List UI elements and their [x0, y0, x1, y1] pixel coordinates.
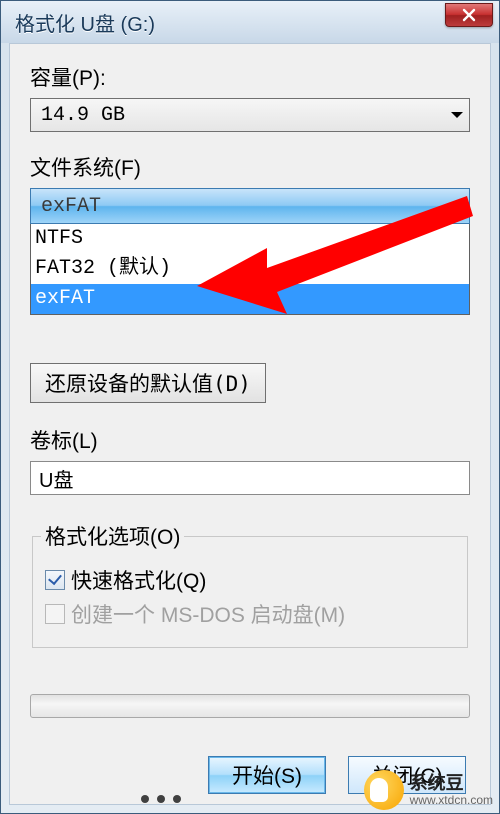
progress-bar	[30, 694, 470, 718]
quick-format-row[interactable]: 快速格式化(Q)	[45, 565, 459, 595]
window-title: 格式化 U盘 (G:)	[15, 8, 155, 37]
watermark-name: 系统豆	[410, 774, 493, 792]
capacity-combo[interactable]: 14.9 GB	[30, 98, 470, 132]
filesystem-option-fat32[interactable]: FAT32 (默认)	[31, 254, 469, 284]
chevron-down-icon	[449, 203, 461, 209]
filesystem-value: exFAT	[41, 195, 101, 218]
filesystem-option-ntfs[interactable]: NTFS	[31, 224, 469, 254]
volume-value: U盘	[39, 464, 73, 493]
quick-format-label: 快速格式化(Q)	[71, 565, 206, 595]
filesystem-combo[interactable]: exFAT	[30, 188, 470, 224]
close-button[interactable]	[445, 3, 493, 27]
msdos-row: 创建一个 MS-DOS 启动盘(M)	[45, 599, 459, 629]
msdos-checkbox	[45, 604, 65, 624]
filesystem-label: 文件系统(F)	[30, 152, 470, 182]
volume-label: 卷标(L)	[30, 425, 470, 455]
volume-input[interactable]: U盘	[30, 461, 470, 495]
filesystem-option-exfat[interactable]: exFAT	[31, 284, 469, 314]
format-options-group: 格式化选项(O) 快速格式化(Q) 创建一个 MS-DOS 启动盘(M)	[32, 521, 468, 648]
titlebar[interactable]: 格式化 U盘 (G:)	[1, 1, 499, 43]
watermark-logo-icon	[364, 770, 404, 810]
chevron-down-icon	[451, 112, 463, 118]
dialog-body: 容量(P): 14.9 GB 文件系统(F) exFAT NTFS FAT32 …	[9, 43, 491, 805]
quick-format-checkbox[interactable]	[45, 570, 65, 590]
capacity-value: 14.9 GB	[41, 104, 125, 127]
capacity-label: 容量(P):	[30, 62, 470, 92]
msdos-label: 创建一个 MS-DOS 启动盘(M)	[71, 599, 345, 629]
format-dialog: 格式化 U盘 (G:) 容量(P): 14.9 GB 文件系统(F) exFAT…	[0, 0, 500, 814]
format-options-legend: 格式化选项(O)	[41, 521, 184, 551]
watermark-url: www.xtdcn.com	[410, 794, 493, 806]
watermark: 系统豆 www.xtdcn.com	[309, 767, 499, 813]
close-icon	[462, 8, 476, 22]
restore-defaults-button[interactable]: 还原设备的默认值(D)	[30, 363, 266, 403]
decorative-dots	[141, 795, 181, 803]
filesystem-dropdown: NTFS FAT32 (默认) exFAT	[30, 224, 470, 315]
